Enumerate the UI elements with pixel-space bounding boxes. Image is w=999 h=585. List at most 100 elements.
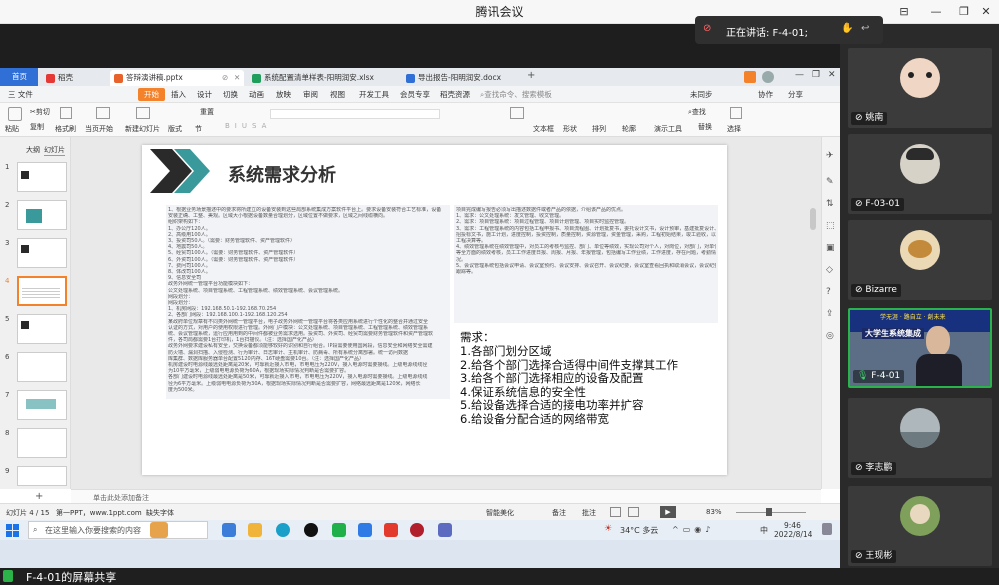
location-icon[interactable]: ◎ — [826, 331, 834, 341]
menu-transition[interactable]: 切换 — [223, 86, 238, 103]
textbox-button[interactable]: 文本框 — [533, 124, 554, 134]
edge-browser-icon[interactable] — [276, 523, 290, 537]
menu-slideshow[interactable]: 放映 — [276, 86, 291, 103]
menu-review[interactable]: 审阅 — [303, 86, 318, 103]
tab-close-icon[interactable]: ✕ — [234, 70, 240, 86]
cut-button[interactable]: ✂剪切 — [30, 107, 50, 117]
taskbar-widget-icon[interactable] — [150, 522, 168, 538]
tab-pptx[interactable]: 答辩演讲稿.pptx ⊘ ✕ — [110, 70, 244, 86]
select-icon[interactable] — [730, 107, 742, 119]
slide-thumbnail[interactable] — [17, 466, 67, 486]
slide-thumbnail[interactable] — [17, 200, 67, 230]
notes-button[interactable]: 备注 — [552, 508, 566, 518]
menu-view[interactable]: 视图 — [330, 86, 345, 103]
back-icon[interactable]: ↩ — [861, 23, 869, 34]
wechat-icon[interactable] — [332, 523, 346, 537]
font-name-select[interactable] — [270, 109, 440, 119]
outline-button[interactable]: 轮廓 — [622, 124, 636, 134]
notification-icon[interactable] — [744, 71, 756, 83]
tab-docer[interactable]: 稻壳 — [42, 70, 106, 86]
shape-icon[interactable]: ◇ — [826, 265, 833, 275]
share-icon[interactable]: ⇪ — [826, 309, 834, 319]
outline-tab[interactable]: 大纲 — [26, 145, 40, 155]
search-command-box[interactable]: ⌕查找命令、搜索模板 — [480, 86, 552, 103]
notification-center-icon[interactable] — [822, 523, 832, 535]
menu-start[interactable]: 开始 — [138, 88, 165, 101]
menu-developer[interactable]: 开发工具 — [359, 86, 389, 103]
sorter-view-icon[interactable] — [628, 507, 639, 517]
copy-button[interactable]: 复制 — [30, 122, 44, 132]
format-painter-icon[interactable] — [60, 107, 72, 119]
slide-thumbnail[interactable] — [17, 238, 67, 268]
normal-view-icon[interactable] — [610, 507, 621, 517]
format-painter-button[interactable]: 格式刷 — [55, 124, 76, 134]
close-icon[interactable]: ✕ — [976, 3, 996, 21]
play-icon[interactable]: ▶ — [660, 506, 676, 518]
tab-pin-icon[interactable]: ⊘ — [222, 70, 228, 86]
participant-tile-speaking[interactable]: 学无涯 · 路自立 · 創未来 大学生系统集成 🎙 F-4-01 — [848, 308, 992, 388]
task-view-icon[interactable] — [222, 523, 236, 537]
window-restore-icon[interactable]: ❐ — [812, 70, 820, 80]
new-slide-button[interactable]: 新建幻灯片 — [125, 124, 160, 134]
play-from-current-icon[interactable] — [96, 107, 110, 119]
reset-button[interactable]: 重置 — [200, 107, 214, 117]
vertical-scrollbar[interactable] — [810, 208, 816, 230]
animation-icon[interactable]: ✈ — [826, 151, 834, 161]
slide-thumbnail-active[interactable] — [17, 276, 67, 306]
tab-xlsx[interactable]: 系统配置清单样表-阳明润安.xlsx — [248, 70, 398, 86]
comment-button[interactable]: 批注 — [582, 508, 596, 518]
maximize-icon[interactable]: ❐ — [954, 3, 974, 21]
shape-button[interactable]: 形状 — [563, 124, 577, 134]
sync-status[interactable]: 未同步 — [690, 86, 713, 103]
qq-icon[interactable] — [304, 523, 318, 537]
collaborate-button[interactable]: 协作 — [758, 86, 773, 103]
ime-indicator[interactable]: 中 — [760, 525, 768, 536]
menu-docer-resources[interactable]: 稻壳资源 — [440, 86, 470, 103]
new-tab-icon[interactable]: + — [527, 70, 535, 81]
notes-placeholder[interactable]: 单击此处添加备注 — [93, 493, 149, 503]
arrange-button[interactable]: 排列 — [592, 124, 606, 134]
menu-file[interactable]: 三 文件 — [8, 86, 33, 103]
select-button[interactable]: 选择 — [727, 124, 741, 134]
play-from-current-button[interactable]: 当页开始 — [85, 124, 113, 134]
windows-start-icon[interactable] — [6, 524, 20, 537]
replace-button[interactable]: 替换 — [698, 122, 712, 132]
clock-date[interactable]: 2022/8/14 — [774, 530, 812, 539]
textbox-icon[interactable] — [510, 107, 524, 119]
window-minimize-icon[interactable]: — — [795, 70, 804, 80]
missing-font[interactable]: 缺失字体 — [146, 508, 174, 518]
weather-text[interactable]: 34°C 多云 — [620, 525, 658, 536]
slide-thumbnail[interactable] — [17, 314, 67, 344]
user-avatar-icon[interactable] — [762, 71, 774, 83]
add-slide-icon[interactable]: + — [35, 491, 43, 502]
minimize-icon[interactable]: — — [926, 3, 946, 21]
beautify-button[interactable]: 智能美化 — [486, 508, 514, 518]
tray-icons[interactable]: ^▭◉♪ — [672, 525, 714, 534]
presenter-tools-button[interactable]: 演示工具 — [654, 124, 682, 134]
find-button[interactable]: ⌕查找 — [688, 107, 706, 117]
taskbar-search-box[interactable]: ⌕ 在这里输入你要搜索的内容 — [28, 521, 208, 539]
slide-thumbnail[interactable] — [17, 352, 67, 382]
share-button[interactable]: 分享 — [788, 86, 803, 103]
wps-icon[interactable] — [384, 523, 398, 537]
design-icon[interactable]: ✎ — [826, 177, 834, 187]
slides-tab[interactable]: 幻灯片 — [44, 145, 65, 156]
menu-insert[interactable]: 插入 — [171, 86, 186, 103]
app-icon[interactable] — [438, 523, 452, 537]
slide[interactable]: 系统需求分析 1、根据业务场景描述中的要求将所建立的设备安装到这些局部系统集成方… — [142, 145, 727, 475]
tencent-meeting-icon[interactable] — [358, 523, 372, 537]
layout-button[interactable]: 版式 — [168, 124, 182, 134]
menu-animation[interactable]: 动画 — [249, 86, 264, 103]
slide-thumbnail[interactable] — [17, 390, 67, 420]
menu-member[interactable]: 会员专享 — [400, 86, 430, 103]
participant-tile[interactable]: ⊘ 王现彬 — [848, 486, 992, 566]
help-icon[interactable]: ? — [826, 287, 831, 297]
pin-icon[interactable]: ⊟ — [894, 3, 914, 21]
tab-docx[interactable]: 导出报告-阳明润安.docx — [402, 70, 522, 86]
slide-thumbnail[interactable] — [17, 428, 67, 458]
menu-design[interactable]: 设计 — [197, 86, 212, 103]
template-icon[interactable]: ▣ — [826, 243, 835, 253]
netease-music-icon[interactable] — [410, 523, 424, 537]
tab-home[interactable]: 首页 — [0, 68, 38, 86]
file-explorer-icon[interactable] — [248, 523, 262, 537]
